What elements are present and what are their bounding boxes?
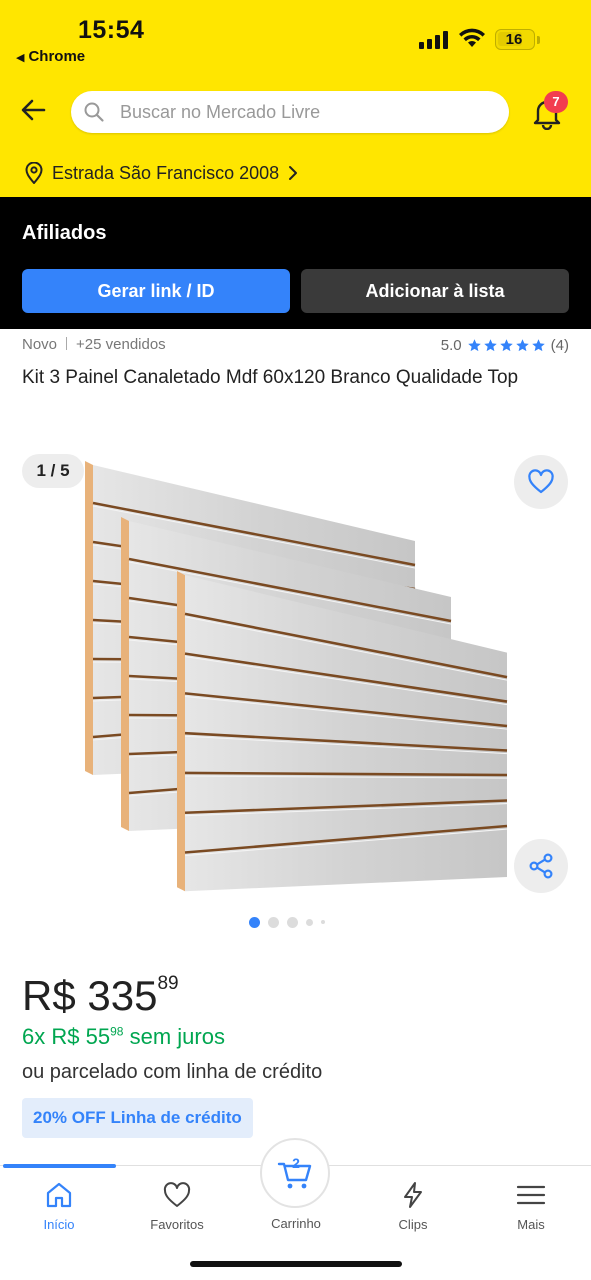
gallery-dot[interactable] — [321, 920, 325, 924]
home-icon — [46, 1182, 72, 1208]
share-button[interactable] — [514, 839, 568, 893]
favorite-button[interactable] — [514, 455, 568, 509]
installment-suffix: sem juros — [129, 1024, 225, 1049]
back-to-app-link[interactable]: ◀ Chrome — [16, 48, 85, 65]
home-indicator — [190, 1261, 402, 1267]
review-count: (4) — [550, 337, 569, 354]
price-integer: 335 — [87, 972, 158, 1019]
price-currency: R$ — [22, 972, 76, 1019]
nav-home[interactable]: Início — [4, 1180, 114, 1234]
chevron-right-icon — [289, 166, 298, 180]
gallery-pagination[interactable] — [249, 915, 333, 929]
star-icon — [515, 339, 529, 352]
product-image[interactable] — [80, 455, 520, 895]
product-condition: Novo — [22, 336, 58, 353]
add-to-list-button[interactable]: Adicionar à lista — [301, 269, 569, 313]
wifi-icon — [459, 28, 485, 47]
back-app-label: Chrome — [28, 48, 86, 65]
cart-count: 2 — [292, 1155, 300, 1171]
affiliates-title: Afiliados — [22, 222, 107, 244]
product-rating[interactable]: 5.0 (4) — [441, 337, 569, 354]
gallery-counter: 1 / 5 — [22, 454, 84, 488]
back-arrow-icon[interactable] — [18, 94, 50, 126]
product-title: Kit 3 Painel Canaletado Mdf 60x120 Branc… — [22, 367, 519, 388]
installment-cents: 98 — [110, 1024, 124, 1039]
nav-more-label: Mais — [517, 1217, 545, 1232]
share-icon — [529, 853, 553, 879]
nav-cart-label: Carrinho — [271, 1216, 321, 1231]
notification-count-badge: 7 — [544, 91, 568, 113]
credit-line-text: ou parcelado com linha de crédito — [22, 1061, 323, 1083]
search-icon — [84, 102, 104, 122]
installment-integer: 55 — [85, 1024, 111, 1049]
heart-icon — [163, 1182, 191, 1207]
installment-currency: R$ — [51, 1024, 80, 1049]
search-input[interactable]: Buscar no Mercado Livre — [71, 91, 509, 133]
battery-cap — [537, 36, 540, 44]
rating-value: 5.0 — [440, 337, 462, 354]
star-icon — [483, 339, 497, 352]
gallery-dot[interactable] — [249, 916, 260, 928]
battery-icon: 16 — [495, 29, 535, 50]
generate-link-button[interactable]: Gerar link / ID — [22, 269, 290, 313]
nav-clips-label: Clips — [398, 1217, 428, 1232]
gallery-dot[interactable] — [268, 916, 279, 928]
gallery-dot[interactable] — [306, 918, 313, 926]
cellular-signal-icon — [419, 31, 451, 49]
star-icon — [467, 339, 481, 352]
installments: 6x R$ 5598 sem juros — [22, 1024, 225, 1050]
location-text: Estrada São Francisco 2008 — [52, 162, 280, 183]
star-icon — [531, 339, 545, 352]
nav-favorites-label: Favoritos — [150, 1217, 204, 1232]
gallery-dot[interactable] — [287, 916, 298, 928]
search-placeholder: Buscar no Mercado Livre — [120, 102, 321, 122]
nav-home-label: Início — [43, 1217, 75, 1232]
nav-favorites[interactable]: Favoritos — [122, 1180, 232, 1234]
battery-level: 16 — [505, 31, 523, 48]
star-icon — [499, 339, 513, 352]
installment-count: 6x — [22, 1024, 46, 1049]
lightning-icon — [404, 1182, 422, 1208]
nav-cart[interactable] — [260, 1138, 330, 1208]
menu-icon — [516, 1185, 546, 1205]
price: R$ 33589 — [22, 972, 179, 1020]
sold-count: +25 vendidos — [76, 336, 166, 353]
status-time: 15:54 — [78, 16, 145, 44]
price-cents: 89 — [157, 973, 179, 994]
delivery-location[interactable]: Estrada São Francisco 2008 — [24, 160, 299, 186]
back-triangle-icon: ◀ — [16, 52, 25, 64]
heart-icon — [528, 469, 554, 494]
credit-discount-badge[interactable]: 20% OFF Linha de crédito — [22, 1098, 253, 1138]
nav-clips[interactable]: Clips — [358, 1180, 468, 1234]
active-tab-indicator — [3, 1164, 116, 1168]
product-meta: Novo +25 vendidos — [22, 336, 166, 353]
nav-more[interactable]: Mais — [476, 1180, 586, 1234]
rating-stars — [467, 338, 547, 353]
location-pin-icon — [25, 162, 43, 184]
meta-divider — [66, 337, 68, 350]
